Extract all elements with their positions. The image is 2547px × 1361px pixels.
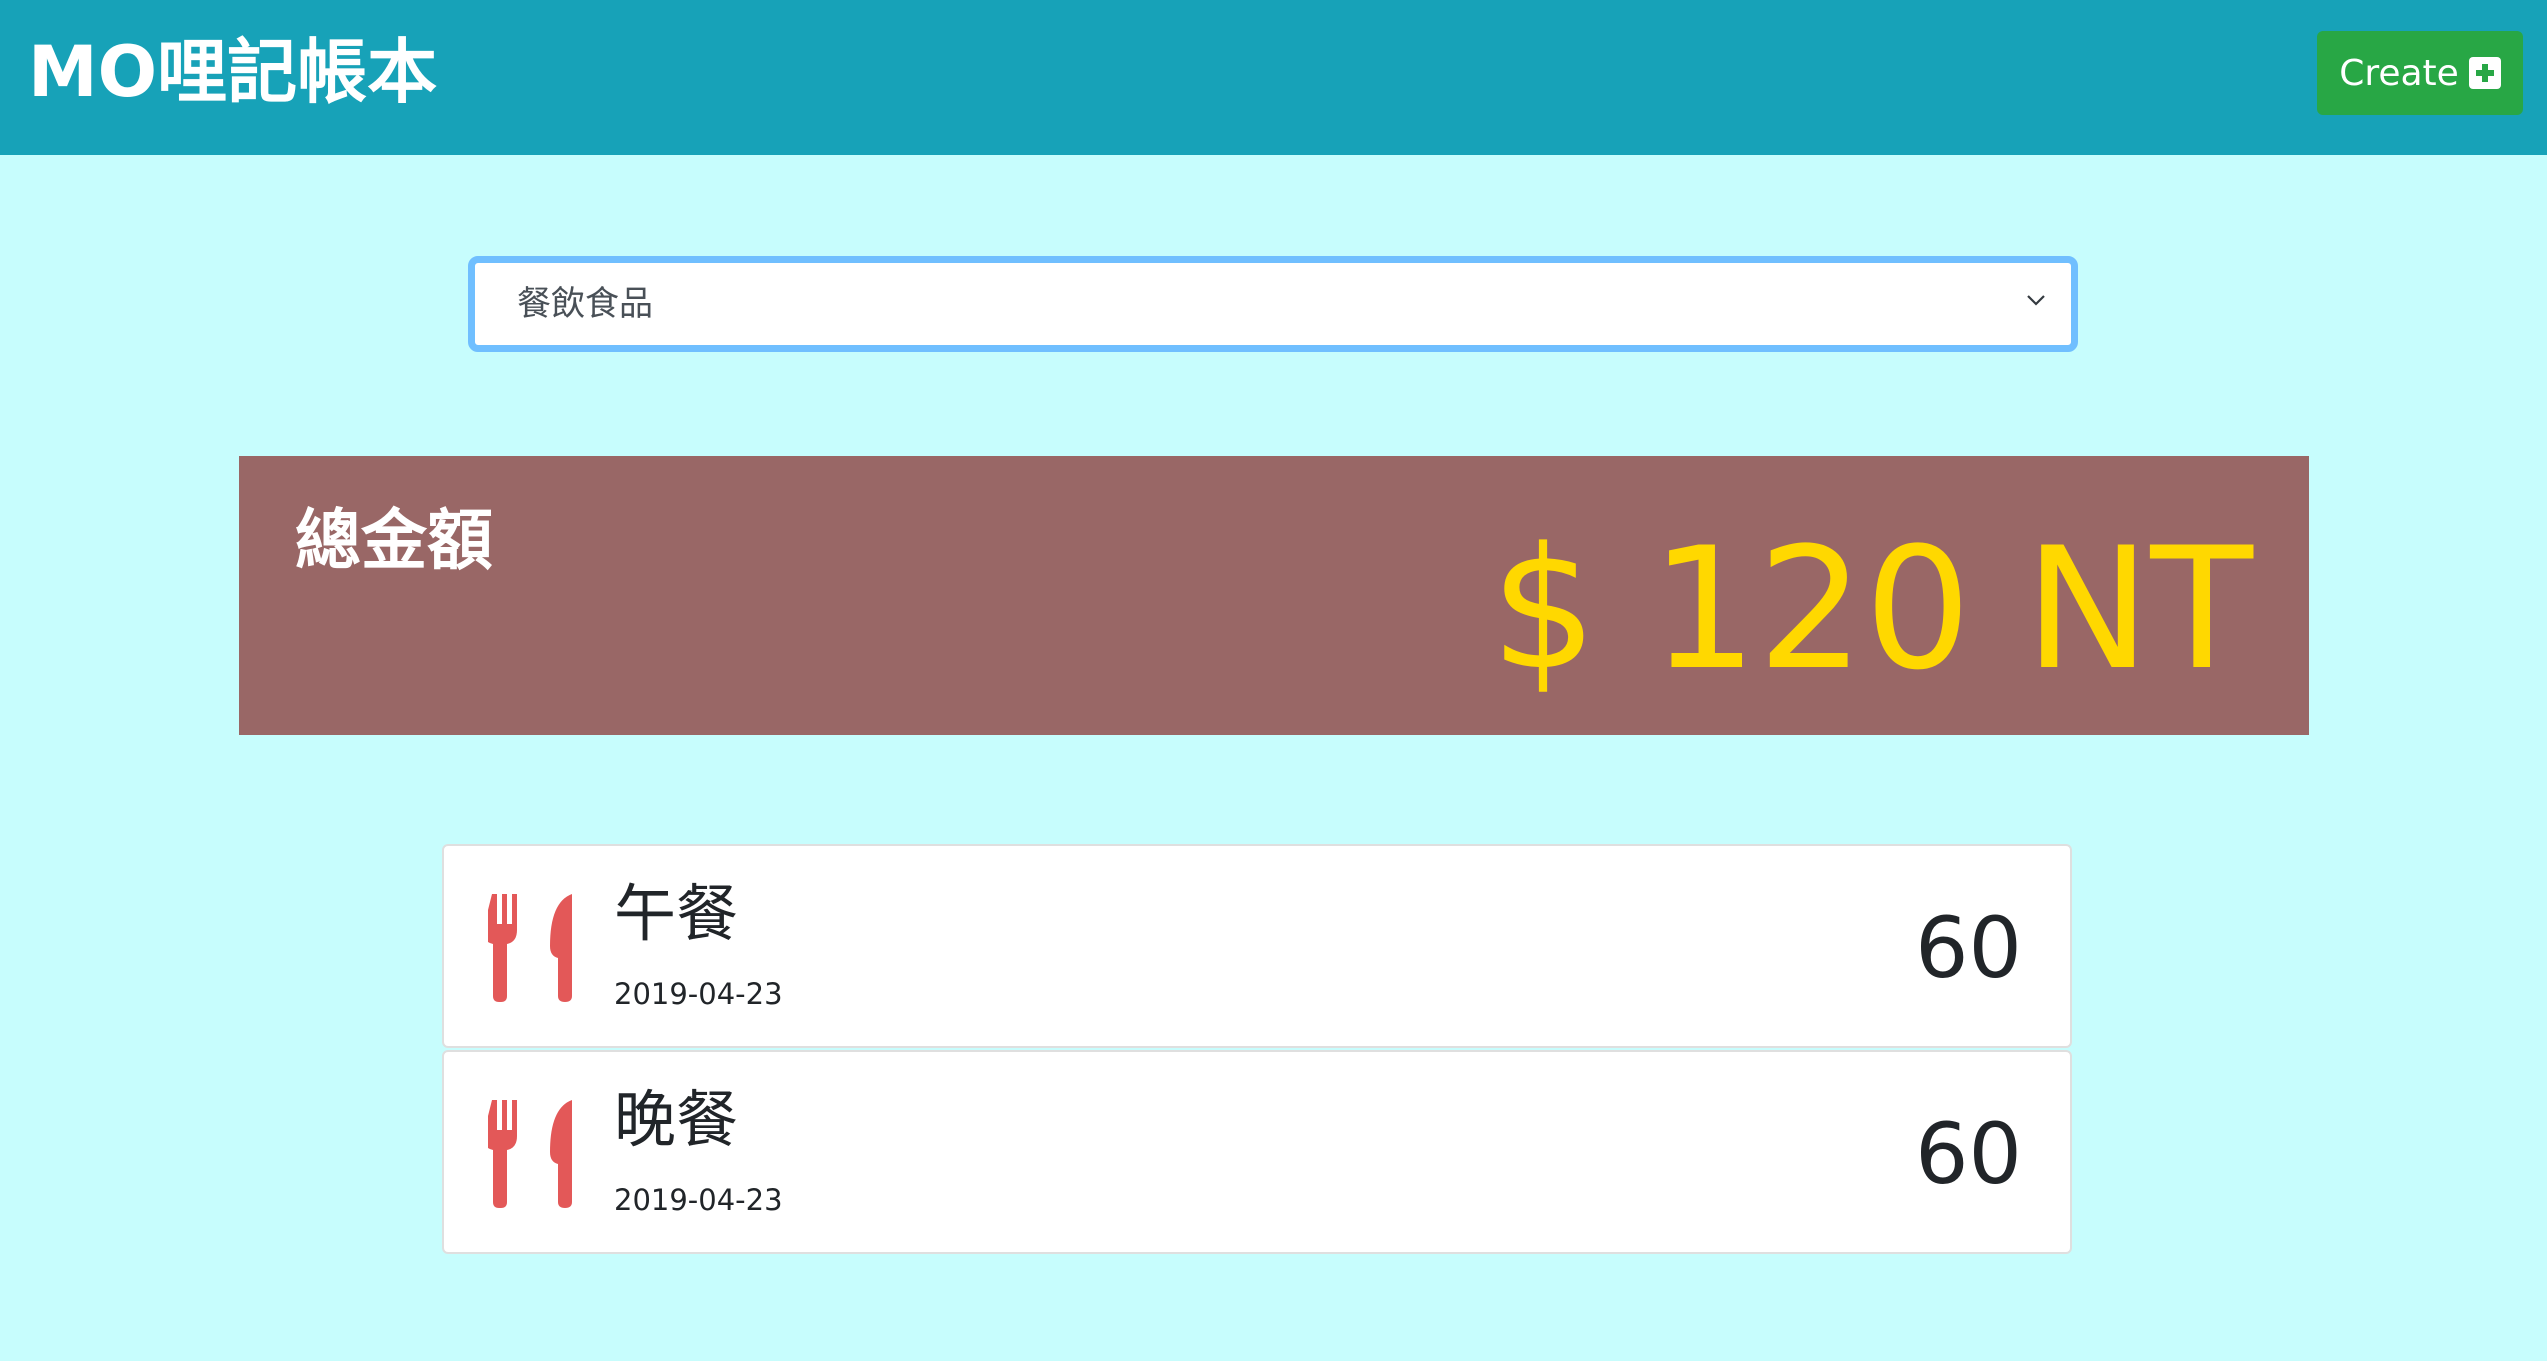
item-date: 2019-04-23 — [614, 1183, 783, 1217]
utensils-icon — [488, 894, 572, 1002]
item-date: 2019-04-23 — [614, 977, 783, 1011]
total-panel: 總金額 $ 120 NT — [239, 456, 2309, 735]
utensils-icon — [488, 1100, 572, 1208]
category-select-value: 餐飲食品 — [517, 284, 653, 324]
item-title: 晚餐 — [614, 1083, 739, 1156]
chevron-down-icon — [2027, 295, 2045, 306]
expense-item[interactable]: 晚餐 2019-04-23 60 — [442, 1050, 2072, 1254]
item-amount: 60 — [1915, 899, 2022, 997]
create-button[interactable]: Create — [2317, 31, 2523, 115]
item-title: 午餐 — [614, 877, 739, 950]
app-title[interactable]: MO哩記帳本 — [28, 22, 437, 122]
total-label: 總金額 — [295, 502, 493, 579]
expense-item[interactable]: 午餐 2019-04-23 60 — [442, 844, 2072, 1048]
navbar: MO哩記帳本 Create — [0, 0, 2547, 155]
category-select[interactable]: 餐飲食品 — [468, 256, 2078, 352]
plus-square-icon — [2468, 57, 2501, 89]
create-button-label: Create — [2339, 52, 2459, 94]
item-amount: 60 — [1915, 1105, 2022, 1203]
total-amount: $ 120 NT — [1490, 511, 2253, 707]
